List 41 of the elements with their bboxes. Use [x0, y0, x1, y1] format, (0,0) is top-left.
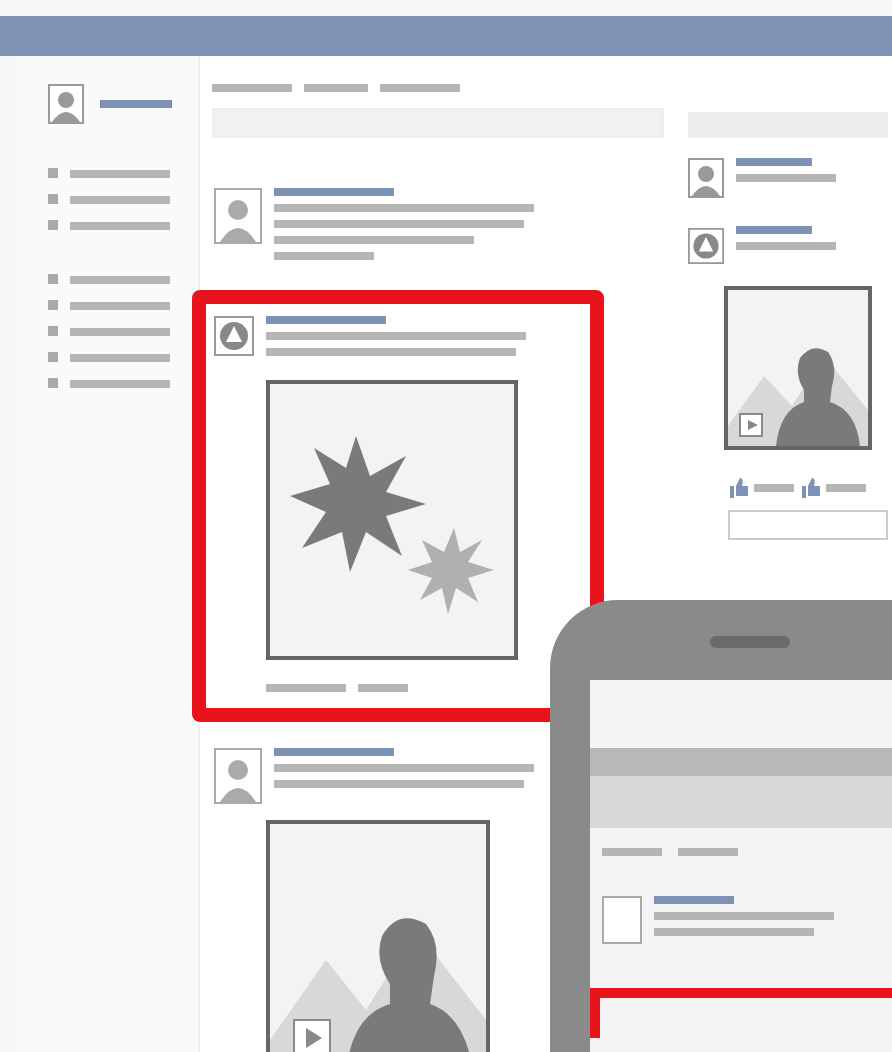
avatar-icon	[214, 188, 262, 244]
tab-placeholder[interactable]	[380, 84, 460, 92]
name-placeholder	[100, 100, 172, 108]
comment-field[interactable]	[728, 510, 888, 540]
link-placeholder[interactable]	[70, 353, 170, 361]
bullet-icon	[48, 274, 58, 284]
avatar-icon[interactable]	[48, 84, 84, 124]
text-placeholder	[266, 684, 346, 692]
tab-placeholder[interactable]	[212, 84, 292, 92]
thumbs-up-icon[interactable]	[800, 478, 820, 498]
text-placeholder	[754, 484, 794, 492]
text-placeholder	[274, 252, 374, 260]
link-placeholder[interactable]	[70, 221, 170, 229]
avatar-icon	[688, 158, 724, 198]
bullet-icon	[48, 378, 58, 388]
text-placeholder	[736, 242, 836, 250]
link-placeholder[interactable]	[70, 195, 170, 203]
bullet-icon	[48, 194, 58, 204]
text-placeholder	[826, 484, 866, 492]
name-placeholder	[274, 188, 394, 196]
link-placeholder[interactable]	[70, 169, 170, 177]
bullet-icon	[48, 220, 58, 230]
link-placeholder[interactable]	[70, 301, 170, 309]
triangle-avatar-icon	[214, 316, 254, 356]
bullet-icon	[48, 300, 58, 310]
link-placeholder[interactable]	[70, 327, 170, 335]
tab-placeholder[interactable]	[304, 84, 368, 92]
text-placeholder	[736, 174, 836, 182]
link-placeholder[interactable]	[70, 379, 170, 387]
name-placeholder	[266, 316, 386, 324]
text-placeholder	[358, 684, 408, 692]
triangle-avatar-icon	[688, 226, 724, 266]
name-placeholder	[736, 158, 812, 166]
bullet-icon	[48, 352, 58, 362]
name-placeholder	[274, 748, 394, 756]
avatar-icon	[214, 748, 262, 804]
bullet-icon	[48, 326, 58, 336]
bullet-icon	[48, 168, 58, 178]
name-placeholder	[736, 226, 812, 234]
link-placeholder[interactable]	[70, 275, 170, 283]
thumbs-up-icon[interactable]	[728, 478, 748, 498]
